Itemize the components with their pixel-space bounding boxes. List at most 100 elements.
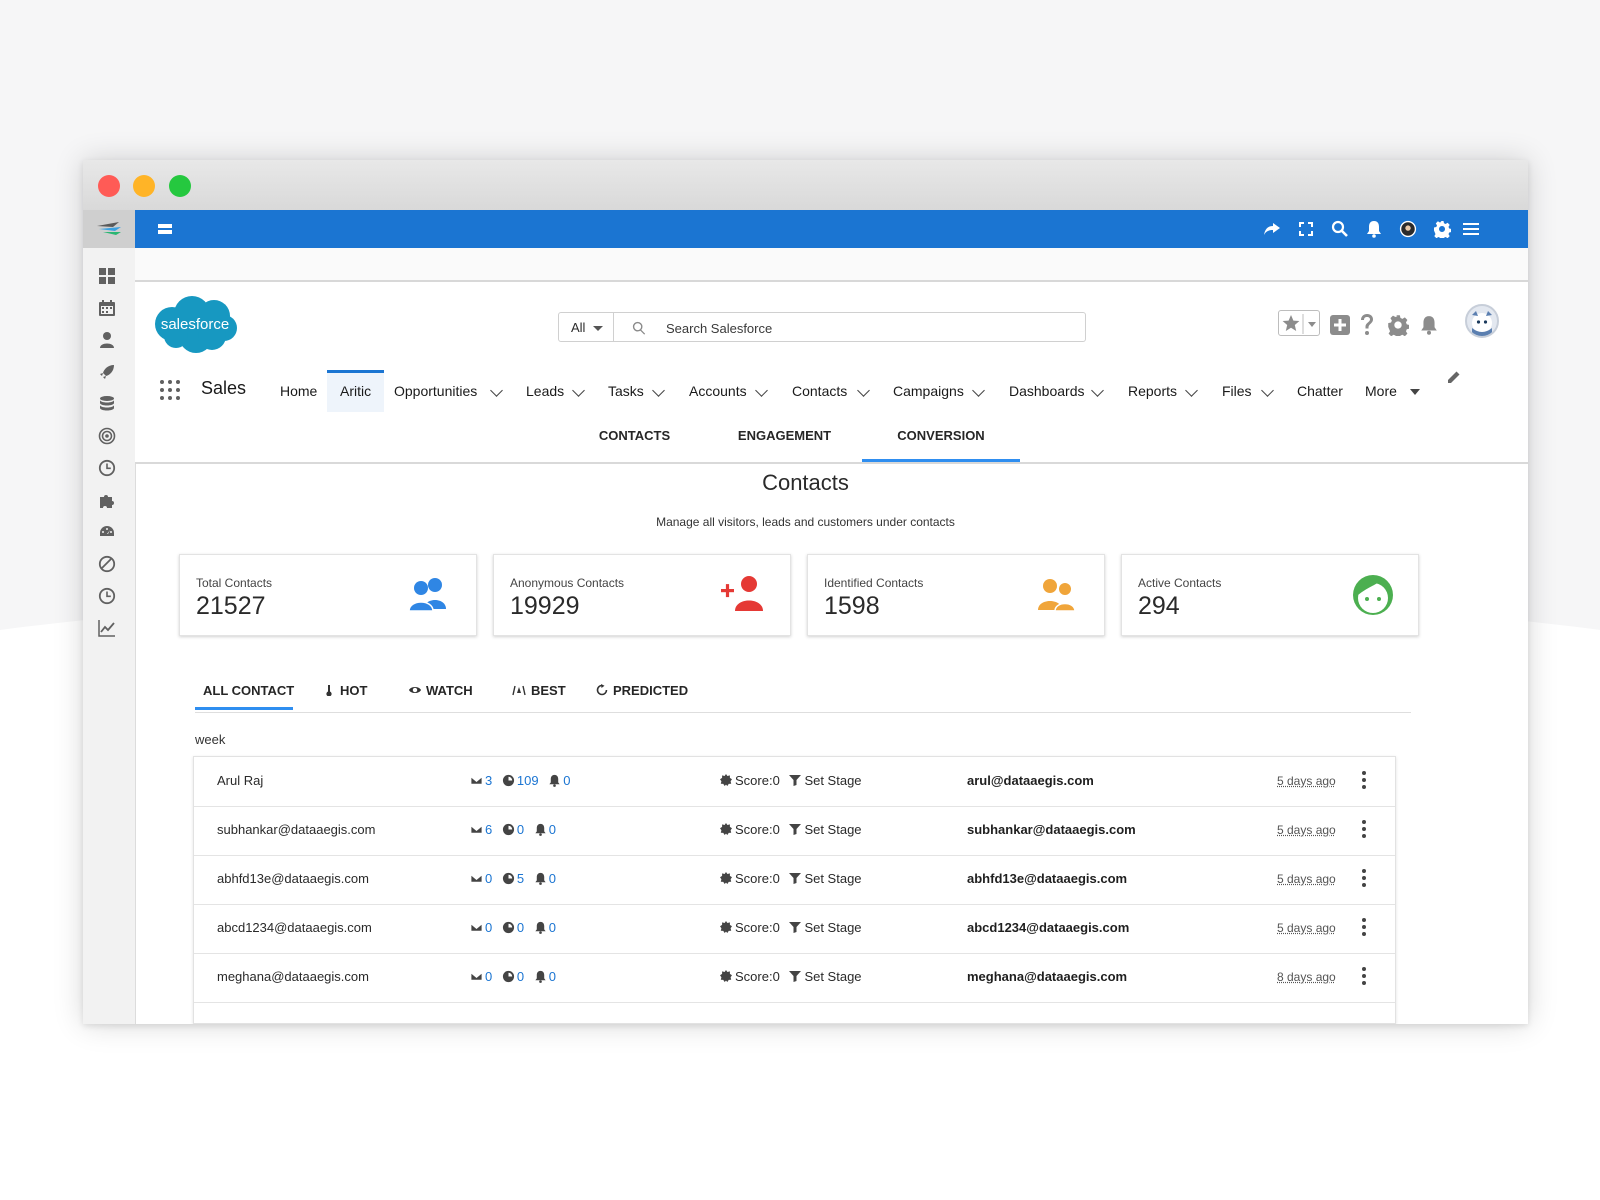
email-count[interactable]: 6 [485,822,492,837]
nav-item-aritic[interactable]: Aritic [327,370,384,412]
filter-tab-predicted[interactable]: PREDICTED [596,672,688,710]
row-menu-icon[interactable] [1359,770,1369,792]
close-window-button[interactable] [98,175,120,197]
nav-item-opportunities[interactable]: Opportunities [394,370,477,412]
contact-name[interactable]: Arul Raj [217,773,263,788]
set-stage-link[interactable]: Set Stage [804,969,861,984]
setup-gear-icon[interactable] [1387,312,1409,338]
target-icon[interactable] [95,424,119,448]
nav-item-leads[interactable]: Leads [526,370,564,412]
table-row[interactable]: abcd1234@dataaegis.com 0 0 0 Score:0 Set… [194,904,1395,954]
history-icon[interactable] [95,584,119,608]
filter-tab-best[interactable]: BEST [512,672,566,710]
chevron-down-icon[interactable] [652,384,665,397]
filter-tab-hot[interactable]: HOT [323,672,367,710]
stat-card-active-contacts[interactable]: Active Contacts 294 [1121,554,1419,636]
minimize-window-button[interactable] [133,175,155,197]
visit-count[interactable]: 0 [517,920,524,935]
salesforce-logo[interactable]: salesforce [150,294,242,356]
fullscreen-icon[interactable] [1296,219,1316,239]
filter-tab-all-contact[interactable]: ALL CONTACT [195,672,293,710]
row-menu-icon[interactable] [1359,868,1369,890]
rail-logo[interactable] [83,210,135,248]
user-avatar[interactable] [1465,304,1499,338]
table-row[interactable]: abhfd13e@dataaegis.com 0 5 0 Score:0 Set… [194,855,1395,905]
database-icon[interactable] [95,392,119,416]
set-stage-link[interactable]: Set Stage [804,920,861,935]
menu-toggle-icon[interactable] [155,219,175,239]
contact-name[interactable]: meghana@dataaegis.com [217,969,369,984]
contact-email[interactable]: subhankar@dataaegis.com [967,822,1136,837]
table-row[interactable]: Arul Raj 3 109 0 Score:0 Set Stage arul@… [194,757,1395,807]
stat-card-anonymous-contacts[interactable]: Anonymous Contacts 19929 [493,554,791,636]
chevron-down-icon[interactable] [857,384,870,397]
row-menu-icon[interactable] [1359,819,1369,841]
chevron-down-icon[interactable] [755,384,768,397]
chevron-down-icon[interactable] [972,384,985,397]
maximize-window-button[interactable] [169,175,191,197]
tab-conversion[interactable]: CONVERSION [862,412,1020,462]
set-stage-link[interactable]: Set Stage [804,773,861,788]
nav-item-home[interactable]: Home [280,370,317,412]
contact-email[interactable]: arul@dataaegis.com [967,773,1094,788]
global-add-icon[interactable] [1329,312,1351,338]
nav-item-dashboards[interactable]: Dashboards [1009,370,1085,412]
bell-icon[interactable] [1364,219,1384,239]
chevron-down-icon[interactable] [1091,384,1104,397]
set-stage-link[interactable]: Set Stage [804,822,861,837]
alert-count[interactable]: 0 [549,969,556,984]
nav-item-campaigns[interactable]: Campaigns [893,370,964,412]
notifications-bell-icon[interactable] [1419,312,1439,338]
tab-contacts[interactable]: CONTACTS [557,412,712,462]
calendar-icon[interactable] [95,296,119,320]
caret-down-icon[interactable] [1410,389,1420,395]
alert-count[interactable]: 0 [549,920,556,935]
rocket-icon[interactable] [95,360,119,384]
nav-item-reports[interactable]: Reports [1128,370,1177,412]
chevron-down-icon[interactable] [1185,384,1198,397]
email-count[interactable]: 3 [485,773,492,788]
contact-name[interactable]: subhankar@dataaegis.com [217,822,375,837]
visit-count[interactable]: 0 [517,822,524,837]
dashboard-icon[interactable] [95,264,119,288]
search-scope-select[interactable]: All [558,312,614,342]
chevron-down-icon[interactable] [1261,384,1274,397]
contact-email[interactable]: meghana@dataaegis.com [967,969,1127,984]
email-count[interactable]: 0 [485,920,492,935]
table-row[interactable]: meghana@dataaegis.com 0 0 0 Score:0 Set … [194,953,1395,1003]
nav-item-chatter[interactable]: Chatter [1297,370,1343,412]
chevron-down-icon[interactable] [572,384,585,397]
hamburger-menu-icon[interactable] [1461,219,1481,239]
nav-item-files[interactable]: Files [1222,370,1252,412]
nav-item-more[interactable]: More [1365,370,1397,412]
app-launcher-icon[interactable] [160,380,182,402]
share-icon[interactable] [1262,219,1282,239]
block-icon[interactable] [95,552,119,576]
contact-email[interactable]: abcd1234@dataaegis.com [967,920,1129,935]
row-menu-icon[interactable] [1359,917,1369,939]
email-count[interactable]: 0 [485,969,492,984]
user-icon[interactable] [95,328,119,352]
alert-count[interactable]: 0 [563,773,570,788]
help-icon[interactable] [1359,312,1375,338]
search-icon[interactable] [1330,219,1350,239]
row-menu-icon[interactable] [1359,966,1369,988]
filter-tab-watch[interactable]: WATCH [409,672,473,710]
chevron-down-icon[interactable] [490,384,503,397]
email-count[interactable]: 0 [485,871,492,886]
tab-engagement[interactable]: ENGAGEMENT [707,412,862,462]
edit-nav-pencil-icon[interactable] [1447,370,1463,386]
nav-item-accounts[interactable]: Accounts [689,370,747,412]
profile-avatar-icon[interactable] [1398,219,1418,239]
nav-item-tasks[interactable]: Tasks [608,370,644,412]
table-row[interactable]: subhankar@dataaegis.com 6 0 0 Score:0 Se… [194,806,1395,856]
set-stage-link[interactable]: Set Stage [804,871,861,886]
alert-count[interactable]: 0 [549,871,556,886]
contact-name[interactable]: abcd1234@dataaegis.com [217,920,372,935]
trend-chart-icon[interactable] [95,616,119,640]
search-input[interactable] [664,317,1068,339]
nav-item-contacts[interactable]: Contacts [792,370,847,412]
alert-count[interactable]: 0 [549,822,556,837]
stat-card-total-contacts[interactable]: Total Contacts 21527 [179,554,477,636]
contact-email[interactable]: abhfd13e@dataaegis.com [967,871,1127,886]
